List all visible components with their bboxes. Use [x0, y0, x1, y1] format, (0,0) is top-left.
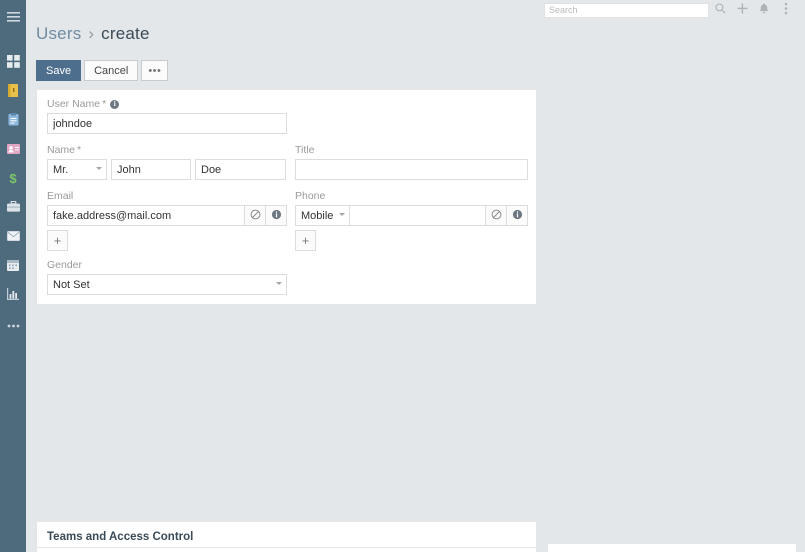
field-gender: Gender Not Set [47, 259, 287, 295]
more-actions-button[interactable]: ••• [141, 60, 169, 81]
field-name: Name * Mr. [47, 144, 287, 180]
bell-icon [759, 3, 769, 18]
field-phone: Phone Mobile + [295, 190, 528, 251]
add-email-button[interactable]: + [47, 230, 68, 251]
sidebar-item-contacts[interactable] [0, 137, 26, 163]
chevron-down-icon [339, 213, 345, 216]
search-input[interactable] [544, 2, 709, 18]
phone-type-select[interactable]: Mobile [295, 205, 350, 226]
user-name-label: User Name * i [47, 98, 287, 110]
grid-icon [6, 55, 20, 71]
phone-opt-out-button[interactable] [486, 205, 507, 226]
breadcrumb-root-link[interactable]: Users [36, 24, 81, 43]
sidebar-item-opportunities[interactable]: $ [0, 166, 26, 192]
email-opt-out-button[interactable] [245, 205, 266, 226]
teams-section-title: Teams and Access Control [47, 531, 194, 543]
sidebar-item-cases[interactable] [0, 195, 26, 221]
sidebar-item-calendar[interactable] [0, 253, 26, 279]
menu-button[interactable] [775, 0, 797, 20]
vertical-ellipsis-icon [784, 2, 788, 18]
phone-input[interactable] [350, 205, 486, 226]
sidebar: $ [0, 0, 26, 552]
field-email: Email fake.address@mail.com + [47, 190, 287, 251]
add-phone-button[interactable]: + [295, 230, 316, 251]
user-name-input[interactable] [47, 113, 287, 134]
field-user-name: User Name * i [47, 98, 287, 134]
phone-invalid-button[interactable] [507, 205, 528, 226]
hamburger-icon [6, 12, 20, 26]
gender-select[interactable]: Not Set [47, 274, 287, 295]
contact-card-icon [6, 143, 20, 157]
first-name-input[interactable] [111, 159, 191, 180]
chevron-down-icon [96, 167, 102, 170]
phone-label: Phone [295, 190, 326, 202]
search-icon [714, 3, 726, 17]
avatar-panel: Avatar [547, 543, 797, 552]
breadcrumb-current: create [101, 24, 150, 43]
calendar-icon [7, 259, 19, 274]
next-panel-partial [36, 547, 537, 552]
field-title: Title [295, 144, 528, 180]
email-input[interactable] [47, 205, 245, 226]
add-button[interactable] [731, 0, 753, 20]
ellipsis-icon [7, 317, 20, 331]
sidebar-item-documents[interactable] [0, 108, 26, 134]
sidebar-item-dashboard[interactable] [0, 50, 26, 76]
info-icon[interactable]: i [110, 99, 120, 109]
dollar-icon: $ [8, 171, 18, 188]
title-input[interactable] [295, 159, 528, 180]
info-icon [271, 209, 282, 223]
sidebar-item-email[interactable] [0, 224, 26, 250]
email-label: Email [47, 190, 74, 202]
details-panel: User Name * i Name * Mr. Title [36, 89, 537, 305]
sidebar-item-more[interactable] [0, 311, 26, 337]
sidebar-item-knowledge-base[interactable] [0, 79, 26, 105]
email-invalid-button[interactable] [266, 205, 287, 226]
breadcrumb-separator: › [88, 24, 95, 43]
salutation-select[interactable]: Mr. [47, 159, 107, 180]
notifications-button[interactable] [753, 0, 775, 20]
ban-icon [491, 209, 502, 223]
top-bar [26, 0, 805, 20]
action-toolbar: Save Cancel ••• [36, 60, 171, 81]
info-icon [512, 209, 523, 223]
envelope-icon [6, 230, 20, 244]
plus-icon [737, 3, 748, 17]
ban-icon [250, 209, 261, 223]
sidebar-item-menu-toggle[interactable] [0, 6, 26, 32]
search-icon-button[interactable] [709, 0, 731, 20]
breadcrumb: Users › create [36, 24, 150, 44]
last-name-input[interactable] [195, 159, 286, 180]
sidebar-item-reports[interactable] [0, 282, 26, 308]
app-root: $ Search Users › create Save Cancel ••• … [0, 0, 805, 552]
book-icon [7, 84, 19, 100]
save-button[interactable]: Save [36, 60, 82, 81]
svg-text:$: $ [9, 171, 17, 185]
title-label: Title [295, 144, 315, 156]
briefcase-icon [6, 200, 20, 215]
clipboard-icon [8, 113, 19, 129]
bar-chart-icon [7, 287, 19, 303]
chevron-down-icon [276, 282, 282, 285]
gender-label: Gender [47, 259, 83, 271]
name-label: Name * [47, 144, 82, 156]
cancel-button[interactable]: Cancel [84, 60, 139, 81]
